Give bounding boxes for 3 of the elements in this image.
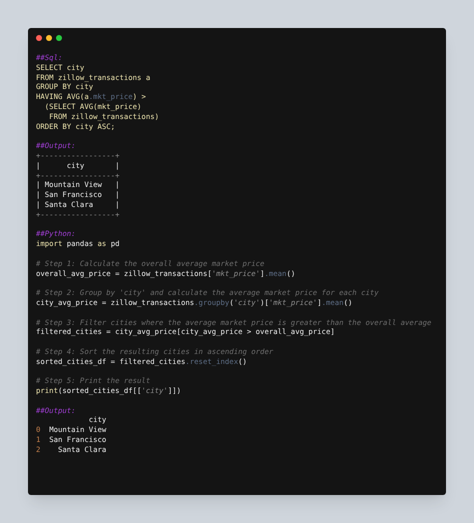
window-control-button[interactable] [46,35,52,41]
window-control-button[interactable] [56,35,62,41]
window-control-button[interactable] [36,35,42,41]
